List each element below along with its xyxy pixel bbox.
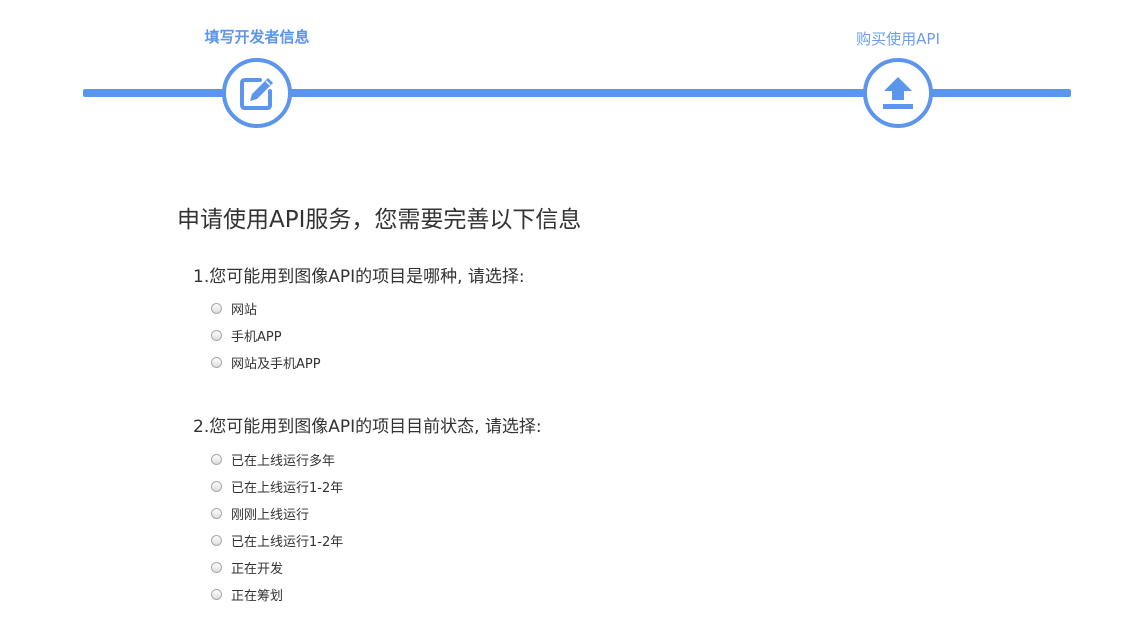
radio-button[interactable] <box>211 454 222 465</box>
step-1-button[interactable] <box>222 58 292 128</box>
radio-option-label: 刚刚上线运行 <box>231 508 310 523</box>
question-1-options: 网站 手机APP 网站及手机APP <box>211 295 321 376</box>
radio-button[interactable] <box>211 481 222 492</box>
radio-option-label: 网站 <box>231 303 258 318</box>
radio-option-label: 已在上线运行1-2年 <box>231 481 344 496</box>
step-2-button[interactable] <box>863 58 933 128</box>
edit-icon <box>238 74 276 112</box>
radio-option[interactable]: 刚刚上线运行 <box>211 500 343 527</box>
radio-option-label: 手机APP <box>231 330 282 345</box>
radio-option-label: 正在开发 <box>231 562 284 577</box>
radio-option-label: 网站及手机APP <box>231 357 321 372</box>
radio-option[interactable]: 已在上线运行多年 <box>211 446 343 473</box>
radio-option[interactable]: 正在筹划 <box>211 581 343 608</box>
radio-button[interactable] <box>211 357 222 368</box>
radio-button[interactable] <box>211 589 222 600</box>
form-title: 申请使用API服务，您需要完善以下信息 <box>177 207 582 233</box>
radio-button[interactable] <box>211 508 222 519</box>
radio-option[interactable]: 已在上线运行1-2年 <box>211 527 343 554</box>
radio-option[interactable]: 已在上线运行1-2年 <box>211 473 343 500</box>
radio-option[interactable]: 网站 <box>211 295 321 322</box>
progress-stepper: 填写开发者信息 购买使用API <box>0 0 1124 140</box>
radio-button[interactable] <box>211 330 222 341</box>
radio-option-label: 已在上线运行1-2年 <box>231 535 344 550</box>
radio-button[interactable] <box>211 303 222 314</box>
radio-option[interactable]: 网站及手机APP <box>211 349 321 376</box>
step-2-label: 购买使用API <box>856 30 940 48</box>
step-1-label: 填写开发者信息 <box>204 28 310 46</box>
radio-button[interactable] <box>211 535 222 546</box>
radio-option[interactable]: 正在开发 <box>211 554 343 581</box>
radio-option[interactable]: 手机APP <box>211 322 321 349</box>
question-2-text: 2.您可能用到图像API的项目目前状态, 请选择: <box>193 417 542 437</box>
question-2-options: 已在上线运行多年 已在上线运行1-2年 刚刚上线运行 已在上线运行1-2年 正在… <box>211 446 343 608</box>
question-1-text: 1.您可能用到图像API的项目是哪种, 请选择: <box>193 267 525 287</box>
radio-button[interactable] <box>211 562 222 573</box>
radio-option-label: 已在上线运行多年 <box>231 454 336 469</box>
radio-option-label: 正在筹划 <box>231 589 284 604</box>
upload-icon <box>879 74 917 112</box>
